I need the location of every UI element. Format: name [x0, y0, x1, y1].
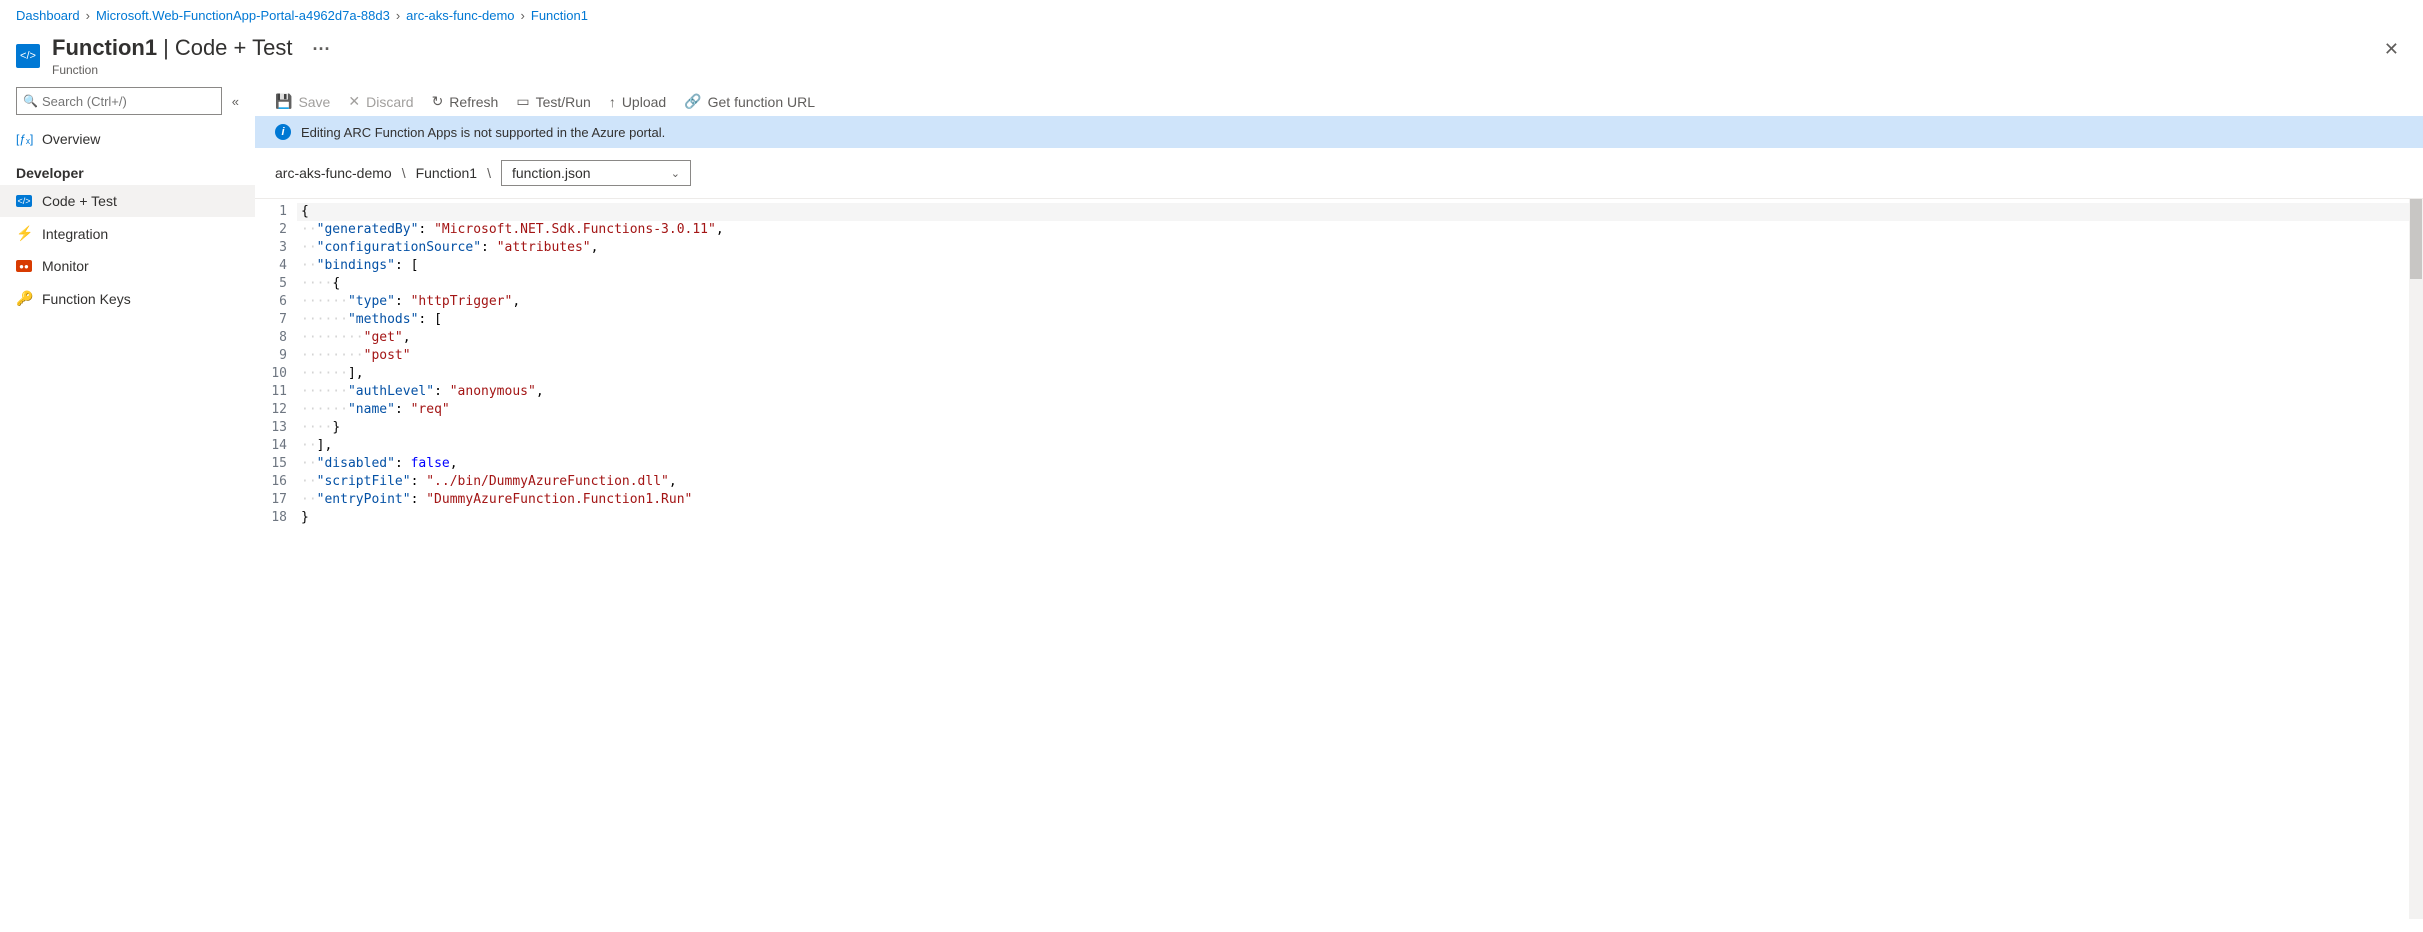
sidebar-item-integration[interactable]: ⚡ Integration — [0, 217, 255, 250]
sidebar-item-label: Monitor — [42, 258, 89, 274]
sidebar-section-developer: Developer — [0, 155, 255, 185]
search-input-wrapper[interactable]: 🔍 — [16, 87, 222, 115]
code-icon: </> — [16, 195, 32, 207]
test-run-icon: ▭ — [516, 93, 529, 110]
function-icon: </> — [16, 44, 40, 68]
discard-button[interactable]: ✕ Discard — [348, 93, 413, 110]
path-separator: \ — [487, 165, 491, 181]
path-segment: Function1 — [416, 165, 477, 181]
sidebar-item-label: Function Keys — [42, 291, 131, 307]
more-icon[interactable]: ··· — [298, 39, 330, 60]
chevron-right-icon: › — [521, 8, 525, 23]
sidebar-item-function-keys[interactable]: 🔑 Function Keys — [0, 282, 255, 315]
save-icon: 💾 — [275, 93, 292, 110]
close-button[interactable]: ✕ — [2376, 35, 2407, 64]
sidebar-item-label: Integration — [42, 226, 108, 242]
sidebar-item-label: Code + Test — [42, 193, 117, 209]
file-select-dropdown[interactable]: function.json ⌄ — [501, 160, 691, 186]
integration-icon: ⚡ — [16, 225, 32, 242]
chevron-down-icon: ⌄ — [671, 167, 680, 180]
scrollbar-thumb[interactable] — [2410, 199, 2422, 279]
page-title: Function1 | Code + Test ··· — [52, 35, 2364, 61]
info-icon: i — [275, 124, 291, 140]
button-label: Refresh — [449, 94, 498, 110]
title-sep: | — [163, 35, 169, 61]
path-segment: arc-aks-func-demo — [275, 165, 392, 181]
title-secondary: Code + Test — [175, 35, 293, 61]
title-primary: Function1 — [52, 35, 157, 61]
path-separator: \ — [402, 165, 406, 181]
breadcrumb: Dashboard › Microsoft.Web-FunctionApp-Po… — [0, 0, 2423, 31]
breadcrumb-item[interactable]: Microsoft.Web-FunctionApp-Portal-a4962d7… — [96, 8, 390, 23]
toolbar: 💾 Save ✕ Discard ↻ Refresh ▭ Test/Run ↑ … — [255, 87, 2423, 116]
vertical-scrollbar[interactable] — [2409, 199, 2423, 919]
monitor-icon: ●● — [16, 260, 32, 272]
button-label: Save — [298, 94, 330, 110]
page-header: </> Function1 | Code + Test ··· Function… — [0, 31, 2423, 77]
sidebar-item-label: Overview — [42, 131, 100, 147]
file-path-row: arc-aks-func-demo \ Function1 \ function… — [255, 148, 2423, 198]
breadcrumb-item[interactable]: Function1 — [531, 8, 588, 23]
collapse-sidebar-button[interactable]: « — [232, 94, 239, 109]
search-input[interactable] — [42, 94, 215, 109]
button-label: Test/Run — [536, 94, 591, 110]
search-icon: 🔍 — [23, 94, 38, 108]
get-function-url-button[interactable]: 🔗 Get function URL — [684, 93, 815, 110]
button-label: Discard — [366, 94, 413, 110]
discard-icon: ✕ — [348, 93, 360, 110]
button-label: Get function URL — [708, 94, 815, 110]
sidebar-item-overview[interactable]: [ƒₓ] Overview — [0, 123, 255, 155]
save-button[interactable]: 💾 Save — [275, 93, 330, 110]
info-banner: i Editing ARC Function Apps is not suppo… — [255, 116, 2423, 148]
url-icon: 🔗 — [684, 93, 701, 110]
sidebar-item-monitor[interactable]: ●● Monitor — [0, 250, 255, 282]
upload-button[interactable]: ↑ Upload — [609, 94, 666, 110]
file-select-value: function.json — [512, 165, 591, 181]
refresh-button[interactable]: ↻ Refresh — [432, 93, 499, 110]
code-editor[interactable]: 123456789101112131415161718 {··"generate… — [255, 198, 2423, 919]
breadcrumb-item[interactable]: arc-aks-func-demo — [406, 8, 514, 23]
button-label: Upload — [622, 94, 666, 110]
key-icon: 🔑 — [16, 290, 32, 307]
overview-icon: [ƒₓ] — [16, 132, 32, 146]
upload-icon: ↑ — [609, 94, 616, 110]
test-run-button[interactable]: ▭ Test/Run — [516, 93, 590, 110]
code-content[interactable]: {··"generatedBy": "Microsoft.NET.Sdk.Fun… — [297, 199, 2423, 919]
page-subtitle: Function — [52, 63, 2364, 77]
refresh-icon: ↻ — [432, 93, 444, 110]
chevron-right-icon: › — [86, 8, 90, 23]
chevron-right-icon: › — [396, 8, 400, 23]
info-banner-text: Editing ARC Function Apps is not support… — [301, 125, 665, 140]
line-number-gutter: 123456789101112131415161718 — [255, 199, 297, 919]
main-content: 💾 Save ✕ Discard ↻ Refresh ▭ Test/Run ↑ … — [255, 87, 2423, 919]
sidebar: 🔍 « [ƒₓ] Overview Developer </> Code + T… — [0, 87, 255, 919]
sidebar-item-code-test[interactable]: </> Code + Test — [0, 185, 255, 217]
breadcrumb-item[interactable]: Dashboard — [16, 8, 80, 23]
